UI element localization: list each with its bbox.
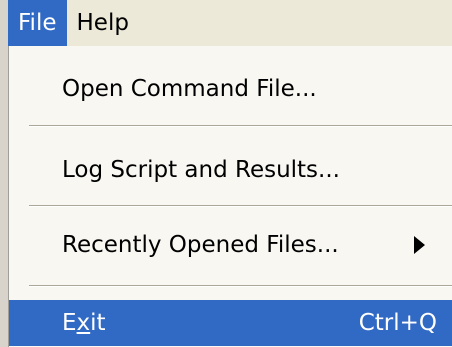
menu-item-label: Recently Opened Files... xyxy=(62,232,339,258)
menu-item-recently-opened-files[interactable]: Recently Opened Files... xyxy=(9,222,452,268)
menu-help[interactable]: Help xyxy=(67,0,139,46)
menu-separator xyxy=(29,285,452,287)
menu-separator xyxy=(29,125,452,127)
menu-item-label: Exit xyxy=(62,310,106,336)
menu-item-log-script[interactable]: Log Script and Results... xyxy=(9,147,452,193)
menu-item-label: Open Command File... xyxy=(62,76,317,102)
menu-help-label: Help xyxy=(76,10,129,36)
file-menu-dropdown: Open Command File... Log Script and Resu… xyxy=(8,46,452,347)
menu-item-shortcut: Ctrl+Q xyxy=(358,310,437,336)
submenu-arrow-icon xyxy=(414,236,425,254)
menu-item-exit[interactable]: Exit Ctrl+Q xyxy=(9,300,452,346)
menu-item-open-command-file[interactable]: Open Command File... xyxy=(9,66,452,112)
menu-file-label: File xyxy=(18,10,57,36)
menu-separator xyxy=(29,205,452,207)
menu-item-label: Log Script and Results... xyxy=(62,157,340,183)
menu-bar: File Help xyxy=(8,0,452,47)
menu-file[interactable]: File xyxy=(8,0,67,46)
